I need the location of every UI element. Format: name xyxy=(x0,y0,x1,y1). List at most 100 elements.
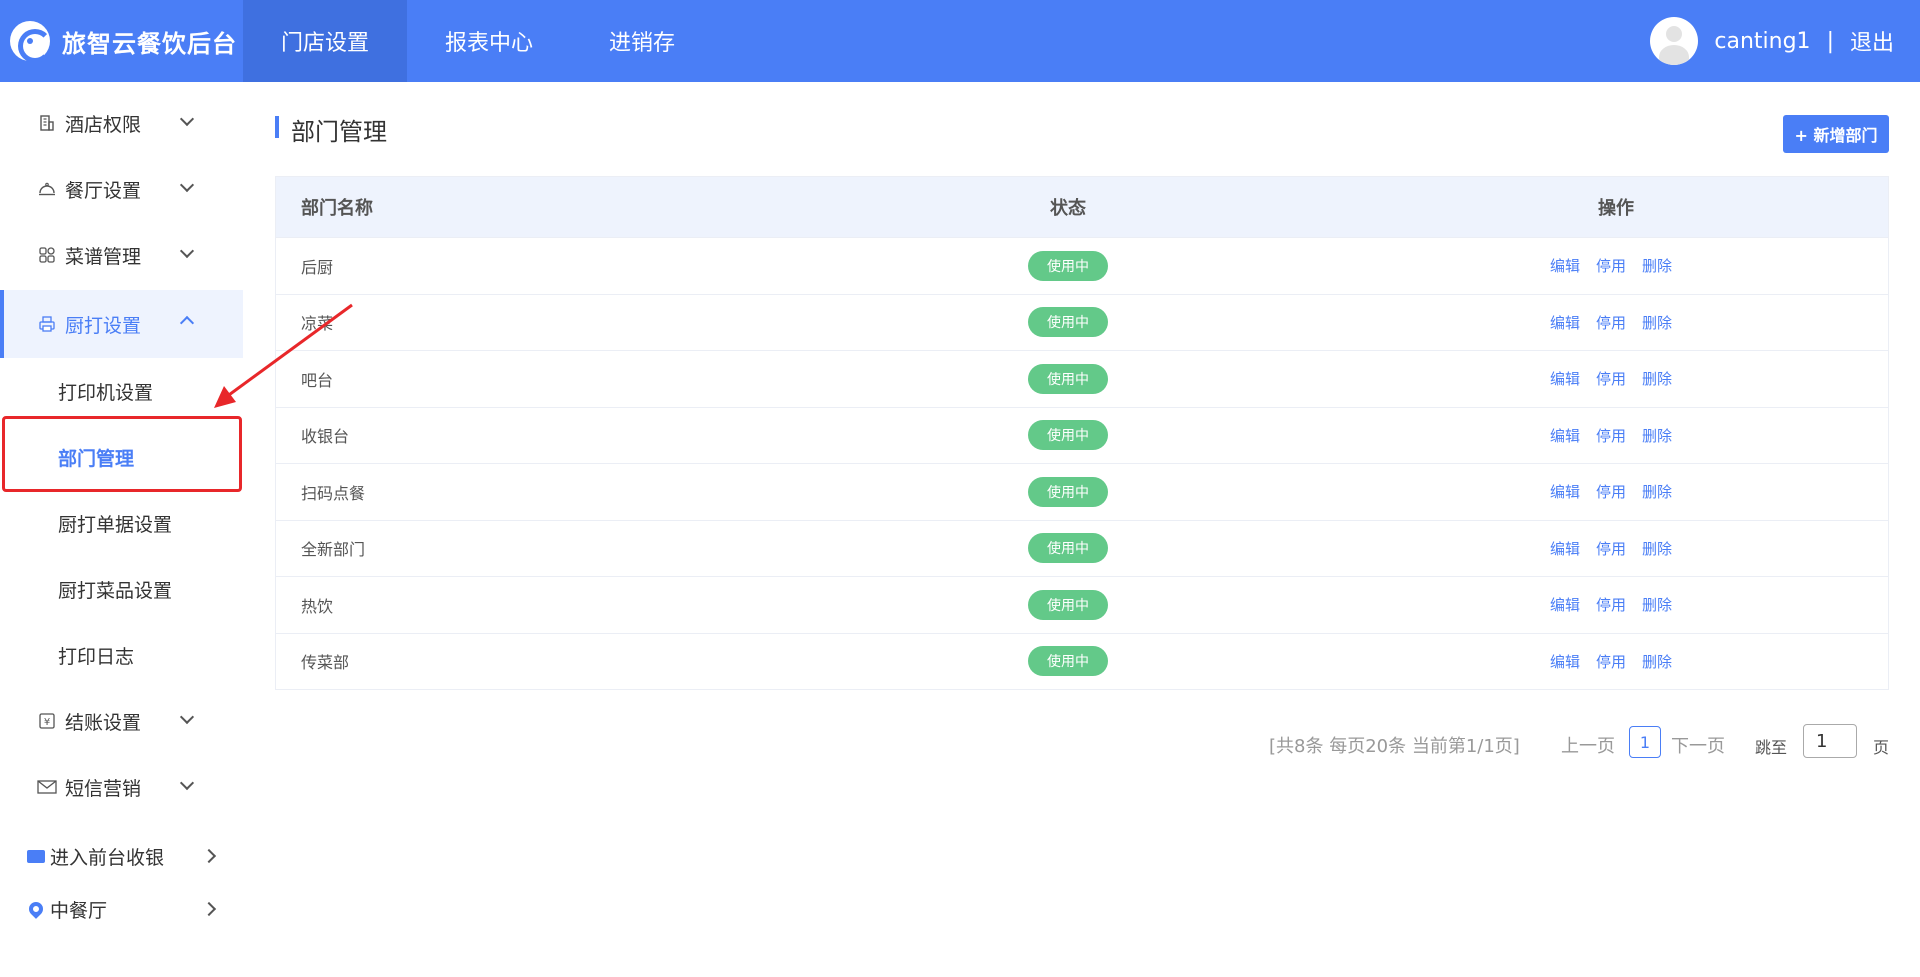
enter-front-cashier[interactable]: 进入前台收银 xyxy=(0,836,243,876)
edit-link[interactable]: 编辑 xyxy=(1550,538,1580,559)
svg-text:¥: ¥ xyxy=(44,717,50,728)
table-row: 后厨 使用中 编辑 停用 删除 xyxy=(276,237,1888,294)
edit-link[interactable]: 编辑 xyxy=(1550,425,1580,446)
avatar[interactable] xyxy=(1650,17,1699,65)
delete-link[interactable]: 删除 xyxy=(1642,481,1672,502)
row-actions: 编辑 停用 删除 xyxy=(1550,651,1672,672)
prev-page-button[interactable]: 上一页 xyxy=(1561,732,1615,758)
disable-link[interactable]: 停用 xyxy=(1596,481,1626,502)
user-area: canting1 | 退出 xyxy=(1650,0,1894,82)
current-restaurant[interactable]: 中餐厅 xyxy=(0,889,243,929)
status-badge: 使用中 xyxy=(1028,476,1108,507)
page-number-current[interactable]: 1 xyxy=(1629,726,1661,758)
goto-label: 跳至 xyxy=(1755,738,1788,757)
subitem-label: 厨打单据设置 xyxy=(58,513,173,536)
dish-cover-icon xyxy=(37,179,57,199)
mail-icon xyxy=(37,777,57,797)
edit-link[interactable]: 编辑 xyxy=(1550,368,1580,389)
department-name-cell: 凉菜 xyxy=(301,314,334,334)
delete-link[interactable]: 删除 xyxy=(1642,538,1672,559)
status-badge: 使用中 xyxy=(1028,250,1108,281)
sidebar-item-kitchen-print-settings[interactable]: 厨打设置 xyxy=(0,290,243,358)
disable-link[interactable]: 停用 xyxy=(1596,425,1626,446)
subitem-kitchen-receipt-settings[interactable]: 厨打单据设置 xyxy=(0,496,243,550)
building-icon xyxy=(37,113,57,133)
department-name-cell: 传菜部 xyxy=(301,653,350,673)
sidebar-item-menu-management[interactable]: 菜谱管理 xyxy=(0,224,243,286)
table-row: 吧台 使用中 编辑 停用 删除 xyxy=(276,350,1888,407)
delete-link[interactable]: 删除 xyxy=(1642,312,1672,333)
grid-icon xyxy=(37,245,57,265)
subitem-print-log[interactable]: 打印日志 xyxy=(0,628,243,682)
disable-link[interactable]: 停用 xyxy=(1596,594,1626,615)
status-badge: 使用中 xyxy=(1028,646,1108,677)
location-pin-icon xyxy=(26,899,46,919)
next-page-button[interactable]: 下一页 xyxy=(1671,732,1725,758)
status-badge: 使用中 xyxy=(1028,307,1108,338)
cash-register-icon xyxy=(27,849,45,863)
sidebar-item-sms-marketing[interactable]: 短信营销 xyxy=(0,756,243,818)
goto-page-input[interactable] xyxy=(1803,724,1857,758)
disable-link[interactable]: 停用 xyxy=(1596,651,1626,672)
table-row: 收银台 使用中 编辑 停用 删除 xyxy=(276,406,1888,464)
row-actions: 编辑 停用 删除 xyxy=(1550,425,1672,446)
department-name-cell: 收银台 xyxy=(301,427,350,447)
edit-link[interactable]: 编辑 xyxy=(1550,481,1580,502)
sidebar-item-label: 短信营销 xyxy=(65,777,142,800)
sidebar-item-restaurant-settings[interactable]: 餐厅设置 xyxy=(0,158,243,220)
subitem-kitchen-dish-settings[interactable]: 厨打菜品设置 xyxy=(0,562,243,616)
disable-link[interactable]: 停用 xyxy=(1596,312,1626,333)
chevron-down-icon xyxy=(179,177,195,193)
page-unit-label: 页 xyxy=(1873,738,1890,757)
chevron-right-icon xyxy=(201,848,217,864)
topnav-store-settings[interactable]: 门店设置 xyxy=(243,0,408,82)
topnav-report-center[interactable]: 报表中心 xyxy=(407,0,571,82)
delete-link[interactable]: 删除 xyxy=(1642,255,1672,276)
subitem-label: 打印机设置 xyxy=(58,381,154,404)
department-name-cell: 扫码点餐 xyxy=(301,483,366,503)
delete-link[interactable]: 删除 xyxy=(1642,425,1672,446)
delete-link[interactable]: 删除 xyxy=(1642,594,1672,615)
bottom-item-label: 进入前台收银 xyxy=(50,846,165,869)
pager-info: [共8条 每页20条 当前第1/1页] xyxy=(1269,736,1520,757)
edit-link[interactable]: 编辑 xyxy=(1550,651,1580,672)
chevron-down-icon xyxy=(179,709,195,725)
topnav-inventory[interactable]: 进销存 xyxy=(571,0,713,82)
chevron-down-icon xyxy=(179,243,195,259)
delete-link[interactable]: 删除 xyxy=(1642,368,1672,389)
row-actions: 编辑 停用 删除 xyxy=(1550,594,1672,615)
disable-link[interactable]: 停用 xyxy=(1596,255,1626,276)
app-title: 旅智云餐饮后台 xyxy=(62,29,237,58)
department-name-cell: 热饮 xyxy=(301,596,334,616)
cashier-icon: ¥ xyxy=(37,711,57,731)
edit-link[interactable]: 编辑 xyxy=(1550,255,1580,276)
disable-link[interactable]: 停用 xyxy=(1596,368,1626,389)
add-department-button[interactable]: + 新增部门 xyxy=(1783,115,1889,153)
sidebar-item-label: 结账设置 xyxy=(65,711,142,734)
table-row: 扫码点餐 使用中 编辑 停用 删除 xyxy=(276,463,1888,520)
table-row: 凉菜 使用中 编辑 停用 删除 xyxy=(276,293,1888,351)
row-actions: 编辑 停用 删除 xyxy=(1550,312,1672,333)
table-row: 全新部门 使用中 编辑 停用 删除 xyxy=(276,519,1888,577)
chevron-right-icon xyxy=(201,901,217,917)
logo-icon xyxy=(10,21,52,63)
logout-link[interactable]: 退出 xyxy=(1850,25,1894,57)
status-badge: 使用中 xyxy=(1028,420,1108,451)
main-content: 部门管理 + 新增部门 部门名称 状态 操作 后厨 使用中 编辑 停用 删除 凉菜 使用中编… xyxy=(243,82,1920,977)
page-title-accent xyxy=(275,116,279,138)
edit-link[interactable]: 编辑 xyxy=(1550,594,1580,615)
table-body: 后厨 使用中 编辑 停用 删除 凉菜 使用中 编辑 停用 删除 吧台 使用中 编辑 停用 删除 收银台 使用中编… xyxy=(276,237,1888,689)
subitem-printer-settings[interactable]: 打印机设置 xyxy=(0,364,243,418)
disable-link[interactable]: 停用 xyxy=(1596,538,1626,559)
delete-link[interactable]: 删除 xyxy=(1642,651,1672,672)
edit-link[interactable]: 编辑 xyxy=(1550,312,1580,333)
sidebar-item-hotel-permissions[interactable]: 酒店权限 xyxy=(0,92,243,154)
subitem-label: 厨打菜品设置 xyxy=(58,579,173,602)
department-name-cell: 全新部门 xyxy=(301,540,366,560)
page-title: 部门管理 xyxy=(291,118,387,146)
app-logo[interactable]: 旅智云餐饮后台 xyxy=(0,0,243,82)
chevron-up-icon xyxy=(179,315,195,331)
sidebar-item-checkout-settings[interactable]: ¥ 结账设置 xyxy=(0,690,243,752)
row-actions: 编辑 停用 删除 xyxy=(1550,538,1672,559)
username: canting1 xyxy=(1714,28,1811,54)
